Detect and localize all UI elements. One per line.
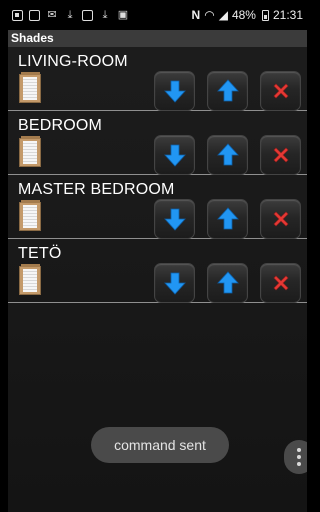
shade-stop-button[interactable] bbox=[260, 263, 301, 303]
shade-down-button[interactable] bbox=[154, 199, 195, 239]
status-bar: ✉ ⤓ ⤓ ▣ N ◠ ◢ 48% 21:31 bbox=[8, 0, 307, 30]
rooms-list: LIVING-ROOM BEDROOM MASTER BEDROOM TETÖ bbox=[8, 47, 307, 303]
arrow-down-icon bbox=[163, 80, 186, 103]
arrow-up-icon bbox=[216, 79, 239, 102]
screen: ✉ ⤓ ⤓ ▣ N ◠ ◢ 48% 21:31 Shades LIVING-RO… bbox=[0, 0, 307, 512]
app-window: ✉ ⤓ ⤓ ▣ N ◠ ◢ 48% 21:31 Shades LIVING-RO… bbox=[8, 0, 307, 512]
shade-down-button[interactable] bbox=[154, 71, 195, 111]
room-name: MASTER BEDROOM bbox=[18, 181, 175, 198]
shade-up-button[interactable] bbox=[207, 135, 248, 175]
system-icons: N ◠ ◢ 48% 21:31 bbox=[192, 8, 303, 22]
room-row: MASTER BEDROOM bbox=[8, 175, 307, 239]
battery-percent: 48% bbox=[231, 8, 256, 22]
room-name: LIVING-ROOM bbox=[18, 53, 128, 70]
battery-icon bbox=[261, 9, 269, 21]
download-icon: ⤓ bbox=[67, 8, 73, 21]
window-shade-icon bbox=[19, 136, 41, 167]
cross-icon bbox=[273, 83, 288, 99]
cross-icon bbox=[273, 211, 288, 227]
clock: 21:31 bbox=[272, 8, 303, 22]
briefcase-icon: ▣ bbox=[117, 8, 129, 21]
overflow-menu-button[interactable] bbox=[284, 440, 307, 474]
shade-up-button[interactable] bbox=[207, 71, 248, 111]
room-name: BEDROOM bbox=[18, 117, 103, 134]
arrow-up-icon bbox=[216, 143, 239, 166]
shade-up-button[interactable] bbox=[207, 263, 248, 303]
toast-message: command sent bbox=[91, 427, 229, 463]
wifi-icon: ◠ bbox=[204, 8, 215, 22]
flipboard-icon bbox=[12, 9, 23, 21]
arrow-up-icon bbox=[216, 271, 239, 294]
download-icon: ⤓ bbox=[102, 8, 108, 21]
arrow-down-icon bbox=[163, 208, 186, 231]
arrow-up-icon bbox=[216, 207, 239, 230]
window-shade-icon bbox=[19, 264, 41, 295]
shade-stop-button[interactable] bbox=[260, 199, 301, 239]
shade-stop-button[interactable] bbox=[260, 135, 301, 175]
window-shade-icon bbox=[19, 200, 41, 231]
arrow-down-icon bbox=[163, 272, 186, 295]
image-icon bbox=[82, 9, 93, 21]
shade-up-button[interactable] bbox=[207, 199, 248, 239]
cross-icon bbox=[273, 147, 288, 163]
notification-icons: ✉ ⤓ ⤓ ▣ bbox=[12, 9, 129, 21]
more-vertical-icon bbox=[297, 448, 301, 452]
shade-down-button[interactable] bbox=[154, 263, 195, 303]
room-row: LIVING-ROOM bbox=[8, 47, 307, 111]
shade-stop-button[interactable] bbox=[260, 71, 301, 111]
signal-icon: ◢ bbox=[218, 8, 228, 22]
window-shade-icon bbox=[19, 72, 41, 103]
cross-icon bbox=[273, 275, 288, 291]
room-row: TETÖ bbox=[8, 239, 307, 303]
app-title: Shades bbox=[8, 30, 307, 47]
nfc-icon: N bbox=[191, 8, 201, 22]
room-name: TETÖ bbox=[18, 245, 62, 262]
arrow-down-icon bbox=[163, 144, 186, 167]
room-row: BEDROOM bbox=[8, 111, 307, 175]
mail-icon: ✉ bbox=[47, 8, 57, 21]
shade-down-button[interactable] bbox=[154, 135, 195, 175]
image-icon bbox=[29, 9, 40, 21]
